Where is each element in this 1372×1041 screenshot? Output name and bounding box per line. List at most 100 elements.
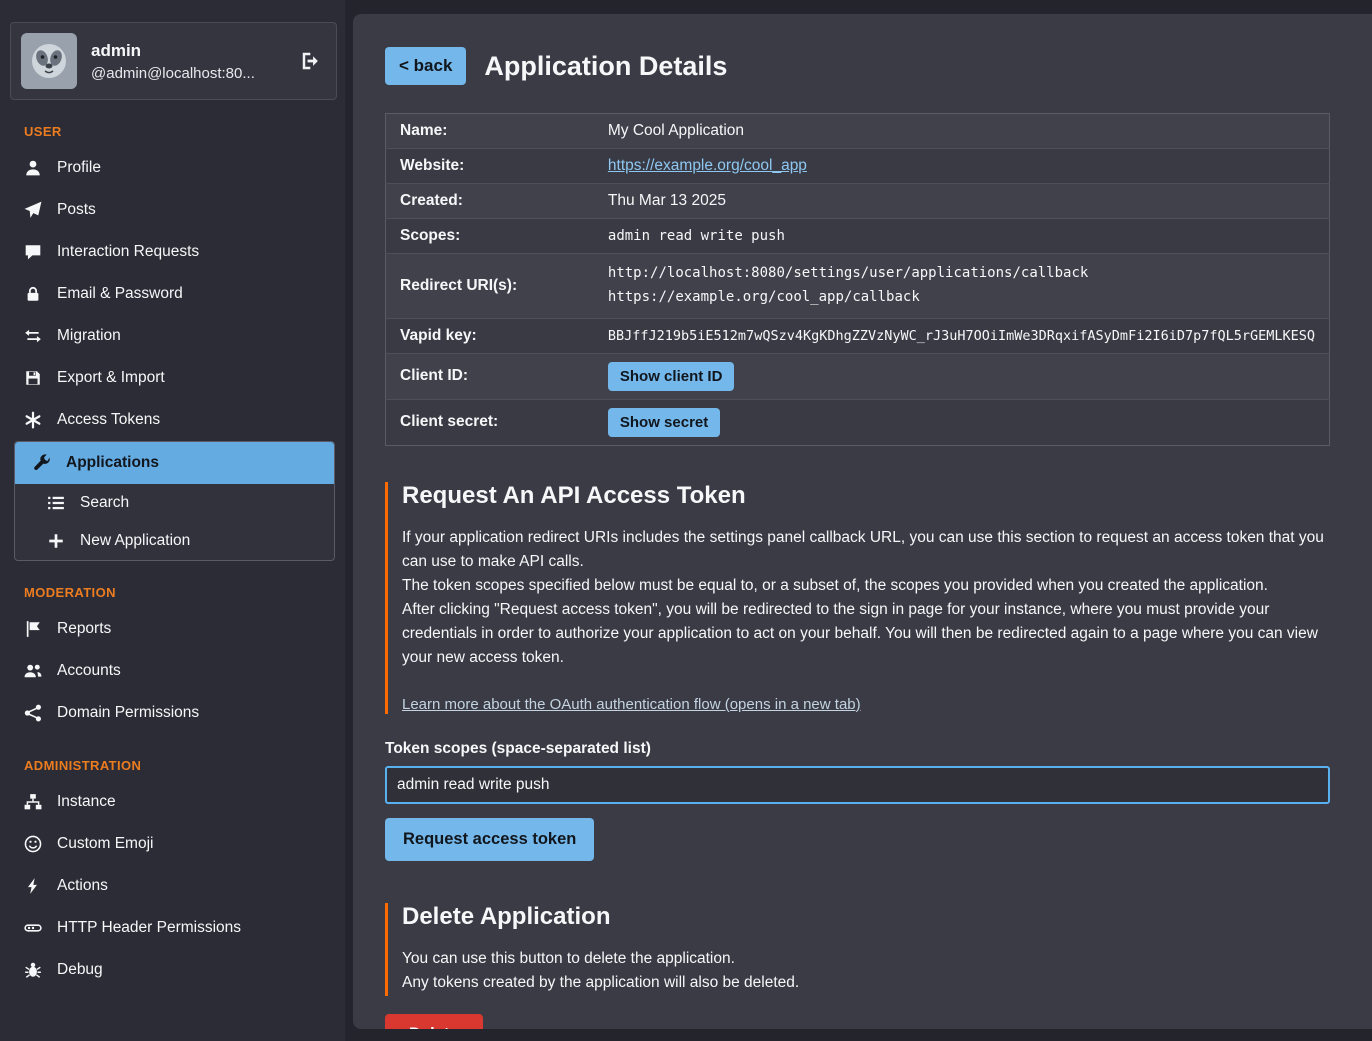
back-button[interactable]: < back	[385, 47, 466, 85]
detail-label: Scopes:	[386, 219, 594, 254]
detail-label: Website:	[386, 149, 594, 184]
application-details-table: Name: My Cool Application Website: https…	[385, 113, 1330, 446]
show-secret-button[interactable]: Show secret	[608, 408, 720, 437]
detail-row-website: Website: https://example.org/cool_app	[386, 149, 1330, 184]
request-access-token-button[interactable]: Request access token	[385, 818, 594, 861]
sidebar-item-label: Posts	[57, 201, 96, 219]
sidebar-item-actions[interactable]: Actions	[0, 865, 345, 907]
sidebar-item-export-import[interactable]: Export & Import	[0, 357, 345, 399]
sidebar-item-label: Access Tokens	[57, 411, 160, 429]
token-scopes-input[interactable]	[385, 766, 1330, 804]
detail-label: Vapid key:	[386, 318, 594, 353]
sign-out-icon[interactable]	[300, 50, 322, 72]
detail-value: Show client ID	[594, 353, 1330, 399]
sidebar-item-label: Debug	[57, 961, 103, 979]
sidebar-item-debug[interactable]: Debug	[0, 949, 345, 991]
sidebar: admin @admin@localhost:80... USER Profil…	[0, 0, 345, 1041]
redirect-uri-1: http://localhost:8080/settings/user/appl…	[608, 262, 1315, 286]
exchange-arrows-icon	[24, 327, 42, 345]
main-panel: < back Application Details Name: My Cool…	[353, 14, 1372, 1029]
redirect-uri-2: https://example.org/cool_app/callback	[608, 286, 1315, 310]
sidebar-item-label: Interaction Requests	[57, 243, 199, 261]
bug-icon	[24, 961, 42, 979]
sidebar-item-custom-emoji[interactable]: Custom Emoji	[0, 823, 345, 865]
detail-label: Name:	[386, 114, 594, 149]
sidebar-item-label: Reports	[57, 620, 111, 638]
sidebar-item-label: Applications	[66, 454, 159, 472]
detail-value: http://localhost:8080/settings/user/appl…	[594, 254, 1330, 319]
sidebar-item-instance[interactable]: Instance	[0, 781, 345, 823]
flag-icon	[24, 620, 42, 638]
delete-section-title: Delete Application	[402, 903, 1330, 931]
sidebar-item-search[interactable]: Search	[15, 484, 334, 522]
smiley-icon	[24, 835, 42, 853]
delete-section-line: You can use this button to delete the ap…	[402, 947, 1330, 972]
token-section-paragraph: The token scopes specified below must be…	[402, 574, 1330, 598]
detail-label: Client secret:	[386, 399, 594, 445]
certificate-icon	[24, 411, 42, 429]
sidebar-item-domain-permissions[interactable]: Domain Permissions	[0, 692, 345, 734]
sidebar-item-label: Accounts	[57, 662, 121, 680]
detail-row-redirect-uris: Redirect URI(s): http://localhost:8080/s…	[386, 254, 1330, 319]
sidebar-item-label: Custom Emoji	[57, 835, 153, 853]
sidebar-section-moderation: MODERATION	[0, 585, 345, 600]
sidebar-item-label: New Application	[80, 532, 190, 550]
comment-icon	[24, 243, 42, 261]
sidebar-item-label: Email & Password	[57, 285, 183, 303]
sidebar-item-label: Search	[80, 494, 129, 512]
website-link[interactable]: https://example.org/cool_app	[608, 157, 807, 174]
detail-value: Show secret	[594, 399, 1330, 445]
token-section-paragraph: If your application redirect URIs includ…	[402, 526, 1330, 574]
token-request-section: Request An API Access Token If your appl…	[385, 482, 1330, 714]
detail-row-name: Name: My Cool Application	[386, 114, 1330, 149]
sidebar-section-administration: ADMINISTRATION	[0, 758, 345, 773]
detail-row-scopes: Scopes: admin read write push	[386, 219, 1330, 254]
delete-section-line: Any tokens created by the application wi…	[402, 971, 1330, 996]
oauth-docs-link[interactable]: Learn more about the OAuth authenticatio…	[402, 696, 861, 713]
user-handle: @admin@localhost:80...	[91, 65, 286, 82]
bolt-icon	[24, 877, 42, 895]
detail-value: BBJffJ219b5iE512m7wQSzv4KgKDhgZZVzNyWC_r…	[594, 318, 1330, 353]
sidebar-item-applications[interactable]: Applications	[15, 442, 334, 484]
app-root: admin @admin@localhost:80... USER Profil…	[0, 0, 1372, 1041]
sidebar-item-migration[interactable]: Migration	[0, 315, 345, 357]
sidebar-item-label: Actions	[57, 877, 108, 895]
detail-row-client-id: Client ID: Show client ID	[386, 353, 1330, 399]
page-title: Application Details	[484, 51, 727, 82]
sidebar-item-accounts[interactable]: Accounts	[0, 650, 345, 692]
applications-group: Applications Search New Application	[14, 441, 335, 561]
sidebar-item-interaction-requests[interactable]: Interaction Requests	[0, 231, 345, 273]
lock-icon	[24, 285, 42, 303]
share-nodes-icon	[24, 704, 42, 722]
sidebar-item-label: Instance	[57, 793, 116, 811]
detail-value: My Cool Application	[594, 114, 1330, 149]
user-icon	[24, 159, 42, 177]
sidebar-item-new-application[interactable]: New Application	[15, 522, 334, 560]
token-section-title: Request An API Access Token	[402, 482, 1330, 510]
avatar	[21, 33, 77, 89]
delete-button[interactable]: Delete	[385, 1014, 483, 1029]
sidebar-item-http-header-permissions[interactable]: HTTP Header Permissions	[0, 907, 345, 949]
sidebar-item-profile[interactable]: Profile	[0, 147, 345, 189]
username: admin	[91, 41, 286, 61]
sidebar-item-label: Migration	[57, 327, 121, 345]
detail-row-client-secret: Client secret: Show secret	[386, 399, 1330, 445]
wrench-icon	[33, 454, 51, 472]
paper-plane-icon	[24, 201, 42, 219]
detail-label: Created:	[386, 184, 594, 219]
sidebar-item-access-tokens[interactable]: Access Tokens	[0, 399, 345, 441]
sidebar-item-email-password[interactable]: Email & Password	[0, 273, 345, 315]
token-section-paragraph: After clicking "Request access token", y…	[402, 598, 1330, 670]
detail-row-vapid-key: Vapid key: BBJffJ219b5iE512m7wQSzv4KgKDh…	[386, 318, 1330, 353]
sidebar-item-label: Export & Import	[57, 369, 165, 387]
show-client-id-button[interactable]: Show client ID	[608, 362, 735, 391]
page-header: < back Application Details	[385, 47, 1330, 85]
network-icon	[24, 919, 42, 937]
plus-icon	[47, 532, 65, 550]
sidebar-item-posts[interactable]: Posts	[0, 189, 345, 231]
detail-label: Redirect URI(s):	[386, 254, 594, 319]
sidebar-item-label: Profile	[57, 159, 101, 177]
detail-label: Client ID:	[386, 353, 594, 399]
sidebar-item-reports[interactable]: Reports	[0, 608, 345, 650]
delete-application-section: Delete Application You can use this butt…	[385, 903, 1330, 997]
